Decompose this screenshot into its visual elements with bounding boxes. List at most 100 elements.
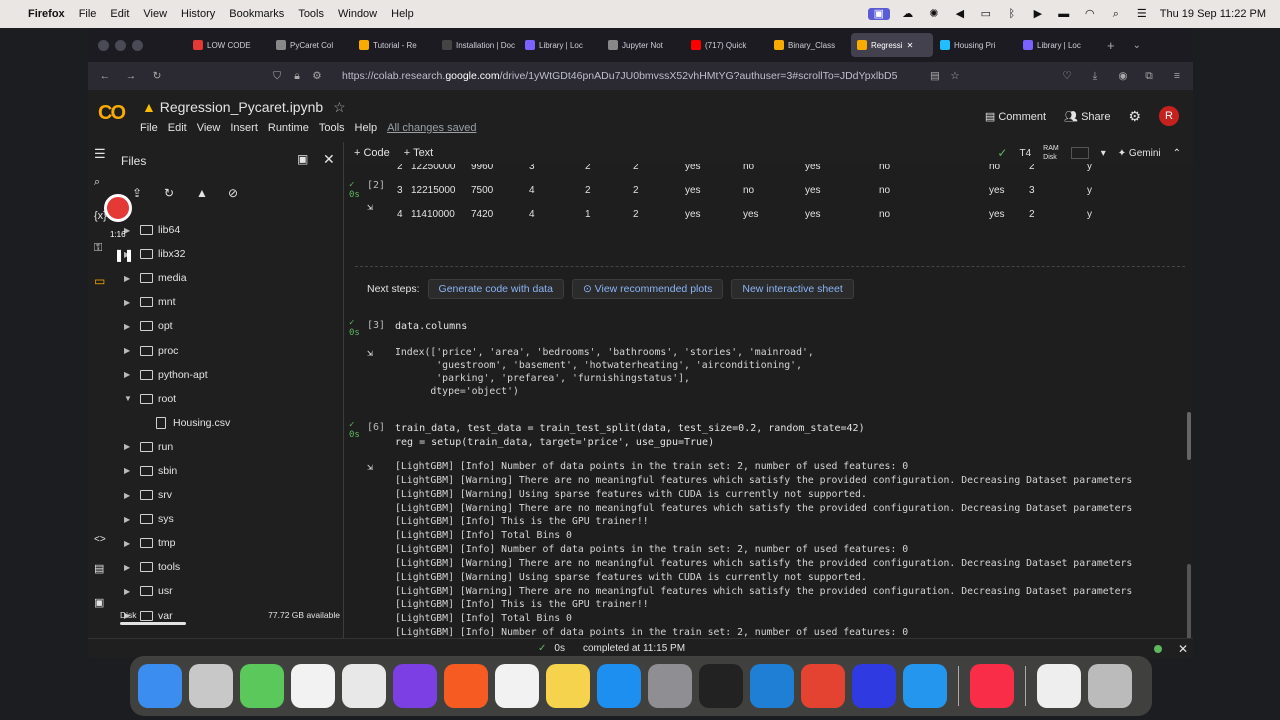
runtime-dropdown-icon[interactable]: ▾ [1101, 148, 1106, 159]
trash-icon[interactable] [1088, 664, 1132, 708]
app-store-icon[interactable] [597, 664, 641, 708]
cell-3-code[interactable]: data.columns [395, 320, 467, 334]
file-tree-item[interactable]: ▶ srv [114, 483, 344, 507]
vscode-icon[interactable] [750, 664, 794, 708]
browser-tab[interactable]: Installation | Doc [436, 33, 518, 57]
cell-2-number[interactable]: [2] [367, 180, 385, 191]
browser-tab[interactable]: PyCaret Col [270, 33, 352, 57]
terminal-rail-icon[interactable]: ▣ [94, 596, 104, 609]
hide-files-icon[interactable]: ⊘ [228, 186, 238, 200]
browser-tab[interactable]: Regressi ✕ [851, 33, 933, 57]
colab-menu-view[interactable]: View [197, 122, 221, 134]
control-center-icon[interactable]: ☰ [1134, 8, 1150, 20]
recording-stop-button[interactable] [104, 194, 132, 222]
file-tree-item[interactable]: ▶ usr [114, 579, 344, 603]
menu-window[interactable]: Window [338, 8, 377, 20]
chevron-down-icon[interactable]: ▼ [124, 394, 132, 403]
chevron-right-icon[interactable]: ▶ [124, 515, 130, 524]
runtime-type[interactable]: T4 [1019, 148, 1031, 159]
bluetooth-icon[interactable]: ᛒ [1004, 8, 1020, 20]
command-palette-icon[interactable]: ▤ [94, 562, 104, 575]
music-icon[interactable] [970, 664, 1014, 708]
mount-drive-icon[interactable]: ▲ [196, 186, 208, 200]
open-tab-icon[interactable]: ▣ [297, 152, 308, 166]
cell-3[interactable]: ✓ 0s [3] data.columns ⇲ Index(['price', '… [345, 316, 1185, 406]
toc-icon[interactable]: ☰ [94, 146, 106, 162]
file-tree-item[interactable]: Housing.csv [114, 411, 344, 435]
url-field[interactable]: https://colab.research.google.com/drive/… [342, 70, 897, 82]
reminders-icon[interactable] [495, 664, 539, 708]
maps-icon[interactable] [240, 664, 284, 708]
chevron-right-icon[interactable]: ▶ [124, 322, 130, 331]
brightness-icon[interactable]: ✺ [926, 8, 942, 20]
file-tree-item[interactable]: ▶ opt [114, 314, 344, 338]
finder-icon[interactable] [138, 664, 182, 708]
notebook-filename[interactable]: Regression_Pycaret.ipynb [160, 99, 323, 115]
colab-menu-runtime[interactable]: Runtime [268, 122, 309, 134]
datetime[interactable]: Thu 19 Sep 11:22 PM [1160, 8, 1266, 20]
shield-icon[interactable]: ⛉ [264, 70, 290, 83]
output-toggle-icon[interactable]: ⇲ [367, 348, 373, 359]
settings-gear-icon[interactable]: ⚙ [1128, 108, 1141, 125]
avatar[interactable]: R [1159, 106, 1179, 126]
add-text-button[interactable]: + Text [404, 147, 433, 159]
scrollbar[interactable] [1187, 412, 1191, 460]
volume-icon[interactable]: ◀ [952, 8, 968, 20]
colab-menu-edit[interactable]: Edit [168, 122, 187, 134]
browser-tab[interactable]: Housing Pri [934, 33, 1016, 57]
search-icon[interactable]: ⌕ [1108, 8, 1124, 20]
file-tree-item[interactable]: ▶ sbin [114, 459, 344, 483]
browser-tab[interactable]: Tutorial - Re [353, 33, 435, 57]
save-status[interactable]: All changes saved [387, 122, 476, 134]
new-tab-icon[interactable]: + [1107, 38, 1115, 53]
chrome-icon[interactable] [342, 664, 386, 708]
star-icon[interactable]: ☆ [333, 99, 346, 115]
browser-tab[interactable]: Library | Loc [519, 33, 601, 57]
chevron-right-icon[interactable]: ▶ [124, 346, 130, 355]
upload-file-icon[interactable]: ⇪ [132, 186, 142, 200]
output-toggle-icon[interactable]: ⇲ [367, 462, 373, 473]
bookmark-star-icon[interactable]: ☆ [942, 70, 968, 82]
launchpad-icon[interactable] [189, 664, 233, 708]
cell-6-code[interactable]: train_data, test_data = train_test_split… [395, 422, 865, 450]
play-icon[interactable]: ▶ [1030, 8, 1046, 20]
battery-icon[interactable]: ▬ [1056, 8, 1072, 20]
file-tree-item[interactable]: ▶ media [114, 266, 344, 290]
browser-tab[interactable]: Jupyter Not [602, 33, 684, 57]
menu-tools[interactable]: Tools [298, 8, 324, 20]
todoist-icon[interactable] [801, 664, 845, 708]
menu-view[interactable]: View [143, 8, 167, 20]
perplexity-icon[interactable] [852, 664, 896, 708]
back-icon[interactable]: ← [92, 70, 118, 82]
cell-6[interactable]: ✓ 0s [6] train_data, test_data = train_te… [345, 420, 1185, 638]
close-tab-icon[interactable]: ✕ [907, 41, 914, 50]
wifi-icon[interactable]: ◠ [1082, 8, 1098, 20]
brave-icon[interactable] [444, 664, 488, 708]
pocket-icon[interactable]: ♡ [1054, 70, 1080, 82]
colab-menu-tools[interactable]: Tools [319, 122, 345, 134]
code-snippets-icon[interactable]: <> [94, 534, 106, 545]
chevron-right-icon[interactable]: ▶ [124, 466, 130, 475]
secrets-icon[interactable]: ⚿ [94, 242, 102, 255]
chevron-right-icon[interactable]: ▶ [124, 298, 130, 307]
folder-rail-icon[interactable]: ▭ [94, 274, 105, 288]
colab-logo[interactable]: CO [98, 102, 126, 125]
browser-tab[interactable]: (717) Quick [685, 33, 767, 57]
file-tree-item[interactable]: ▶ python-apt [114, 363, 344, 387]
photos-icon[interactable] [291, 664, 335, 708]
resource-meter[interactable]: RAM Disk [1043, 144, 1059, 162]
cell-2[interactable]: ✓ 0s [2] ⇲ 2 12250000 9960 3 2 2 yes no yes no no 2 y… [345, 164, 1185, 224]
menu-file[interactable]: File [79, 8, 97, 20]
output-toggle-icon[interactable]: ⇲ [367, 202, 373, 213]
file-tree-item[interactable]: ▶ libx32 [114, 242, 344, 266]
reload-icon[interactable]: ↻ [144, 70, 170, 82]
file-tree-item[interactable]: ▶ mnt [114, 290, 344, 314]
search-rail-icon[interactable]: ⌕ [94, 176, 100, 189]
close-status-icon[interactable]: ✕ [1178, 642, 1188, 656]
downloads-icon[interactable]: ⤓ [1082, 70, 1108, 83]
gemini-button[interactable]: ✦ Gemini [1118, 148, 1161, 159]
traffic-lights[interactable] [98, 39, 143, 51]
share-button[interactable]: 👥︎ Share [1064, 110, 1110, 123]
chevron-right-icon[interactable]: ▶ [124, 491, 130, 500]
file-tree-item[interactable]: ▶ tmp [114, 531, 344, 555]
